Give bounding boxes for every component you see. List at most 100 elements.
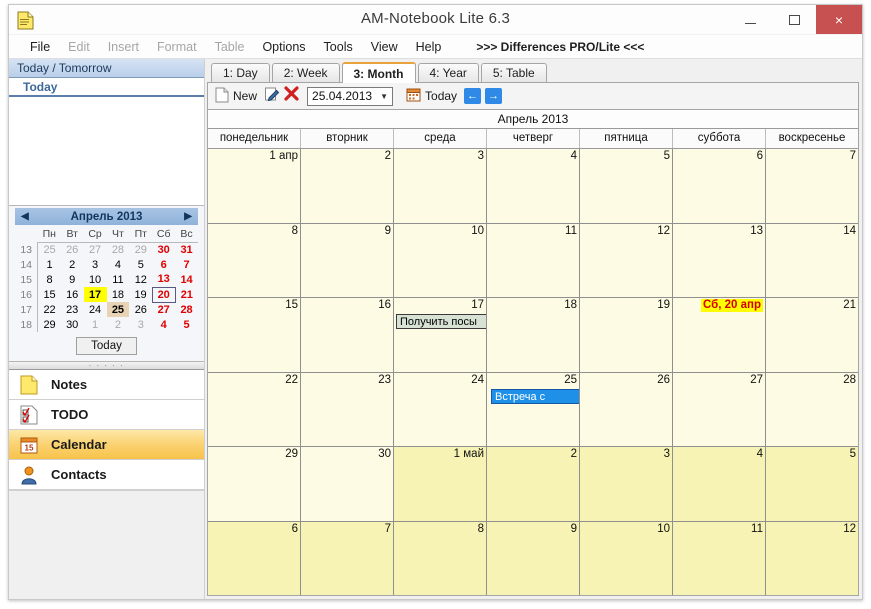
tab-table[interactable]: 5: Table [480, 63, 547, 82]
calendar-day-cell[interactable]: 8 [394, 521, 487, 595]
tab-month[interactable]: 3: Month [341, 62, 416, 83]
calendar-day-cell[interactable]: 8 [208, 223, 301, 297]
mini-cal-day[interactable]: 30 [152, 242, 175, 257]
calendar-day-cell[interactable]: 18 [487, 298, 580, 372]
mini-cal-day[interactable]: 16 [61, 287, 84, 302]
calendar-day-cell[interactable]: 6 [673, 149, 766, 223]
mini-cal-day[interactable]: 1 [84, 317, 107, 332]
menu-tools[interactable]: Tools [315, 35, 362, 59]
calendar-day-cell[interactable]: 1 май [394, 447, 487, 521]
mini-cal-day[interactable]: 4 [107, 257, 130, 272]
calendar-day-cell[interactable]: 7 [301, 521, 394, 595]
menu-options[interactable]: Options [253, 35, 314, 59]
calendar-day-cell[interactable]: 11 [487, 223, 580, 297]
mini-cal-day[interactable]: 25 [106, 302, 130, 317]
mini-cal-day[interactable]: 27 [84, 242, 107, 257]
close-button[interactable]: × [816, 5, 862, 34]
calendar-day-cell[interactable]: 10 [394, 223, 487, 297]
today-button[interactable]: Today [403, 86, 460, 106]
edit-pencil-icon[interactable] [264, 86, 280, 107]
calendar-day-cell[interactable]: 4 [673, 447, 766, 521]
calendar-day-cell[interactable]: 19 [580, 298, 673, 372]
calendar-day-cell[interactable]: 5 [580, 149, 673, 223]
calendar-day-cell[interactable]: 7 [766, 149, 858, 223]
mini-cal-day[interactable]: 10 [84, 272, 107, 287]
mini-cal-next-icon[interactable]: ▶ [184, 211, 192, 222]
mini-cal-day[interactable]: 1 [38, 257, 61, 272]
sidebar-item-notes[interactable]: Notes [9, 370, 204, 400]
calendar-day-cell[interactable]: 26 [580, 372, 673, 446]
calendar-day-cell[interactable]: 15 [208, 298, 301, 372]
calendar-day-cell[interactable]: Сб, 20 апр [673, 298, 766, 372]
calendar-day-cell[interactable]: 30 [301, 447, 394, 521]
mini-cal-day[interactable]: 26 [129, 302, 152, 317]
previous-period-button[interactable]: ← [464, 88, 482, 104]
mini-cal-day[interactable]: 23 [61, 302, 84, 317]
calendar-day-cell[interactable]: 3 [580, 447, 673, 521]
calendar-day-cell[interactable]: 12 [766, 521, 858, 595]
pro-lite-differences-link[interactable]: >>> Differences PRO/Lite <<< [476, 40, 644, 54]
calendar-day-cell[interactable]: 13 [673, 223, 766, 297]
chevron-down-icon[interactable]: ▼ [380, 92, 392, 101]
mini-cal-day[interactable]: 12 [129, 272, 152, 287]
mini-cal-day[interactable]: 26 [61, 242, 84, 257]
mini-cal-day[interactable]: 28 [107, 242, 130, 257]
maximize-button[interactable] [772, 5, 816, 34]
tab-year[interactable]: 4: Year [417, 63, 479, 82]
sidebar-item-todo[interactable]: TODO [9, 400, 204, 430]
mini-cal-day[interactable]: 4 [152, 317, 175, 332]
mini-cal-day[interactable]: 9 [61, 272, 84, 287]
mini-cal-day[interactable]: 11 [107, 272, 130, 287]
calendar-day-cell[interactable]: 29 [208, 447, 301, 521]
calendar-day-cell[interactable]: 4 [487, 149, 580, 223]
calendar-day-cell[interactable]: 2 [301, 149, 394, 223]
mini-cal-day[interactable]: 5 [175, 317, 198, 332]
mini-cal-prev-icon[interactable]: ◀ [21, 211, 29, 222]
calendar-day-cell[interactable]: 10 [580, 521, 673, 595]
calendar-event-task[interactable]: Получить посы [396, 314, 486, 329]
mini-cal-day[interactable]: 22 [38, 302, 61, 317]
delete-x-icon[interactable] [284, 86, 299, 106]
mini-cal-day[interactable]: 14 [175, 272, 198, 287]
calendar-day-cell[interactable]: 1 апр [208, 149, 301, 223]
mini-cal-today-button[interactable]: Today [76, 337, 137, 355]
calendar-day-cell[interactable]: 23 [301, 372, 394, 446]
calendar-day-cell[interactable]: 27 [673, 372, 766, 446]
calendar-day-cell[interactable]: 17 Получить посы [394, 298, 487, 372]
calendar-day-cell[interactable]: 16 [301, 298, 394, 372]
mini-cal-day[interactable]: 20 [151, 286, 176, 303]
today-tomorrow-list[interactable] [9, 97, 204, 205]
menu-view[interactable]: View [362, 35, 407, 59]
mini-cal-day[interactable]: 29 [38, 317, 61, 332]
mini-cal-day[interactable]: 31 [175, 242, 198, 257]
mini-cal-day[interactable]: 3 [129, 317, 152, 332]
calendar-day-cell[interactable]: 28 [766, 372, 858, 446]
mini-cal-day[interactable]: 28 [175, 302, 198, 317]
minimize-button[interactable] [728, 5, 772, 34]
calendar-day-cell[interactable]: 9 [301, 223, 394, 297]
mini-cal-day[interactable]: 2 [107, 317, 130, 332]
mini-cal-day[interactable]: 13 [152, 272, 175, 287]
mini-cal-day[interactable]: 8 [38, 272, 61, 287]
calendar-day-cell[interactable]: 6 [208, 521, 301, 595]
mini-cal-day[interactable]: 24 [84, 302, 107, 317]
mini-cal-day[interactable]: 19 [129, 287, 152, 302]
calendar-day-cell[interactable]: 2 [487, 447, 580, 521]
calendar-day-cell[interactable]: 22 [208, 372, 301, 446]
mini-cal-day[interactable]: 30 [61, 317, 84, 332]
calendar-day-cell[interactable]: 25 Встреча с [487, 372, 580, 446]
calendar-day-cell[interactable]: 9 [487, 521, 580, 595]
mini-cal-day[interactable]: 6 [152, 257, 175, 272]
tab-week[interactable]: 2: Week [271, 63, 340, 82]
calendar-event-meeting[interactable]: Встреча с [491, 388, 579, 404]
next-period-button[interactable]: → [485, 88, 503, 104]
calendar-day-cell[interactable]: 3 [394, 149, 487, 223]
calendar-day-cell[interactable]: 14 [766, 223, 858, 297]
date-input[interactable]: 25.04.2013 ▼ [307, 86, 394, 106]
mini-cal-day[interactable]: 17 [83, 287, 107, 302]
calendar-day-cell[interactable]: 11 [673, 521, 766, 595]
mini-cal-day[interactable]: 5 [129, 257, 152, 272]
mini-cal-day[interactable]: 18 [107, 287, 130, 302]
sidebar-item-contacts[interactable]: Contacts [9, 460, 204, 490]
mini-cal-day[interactable]: 29 [129, 242, 152, 257]
